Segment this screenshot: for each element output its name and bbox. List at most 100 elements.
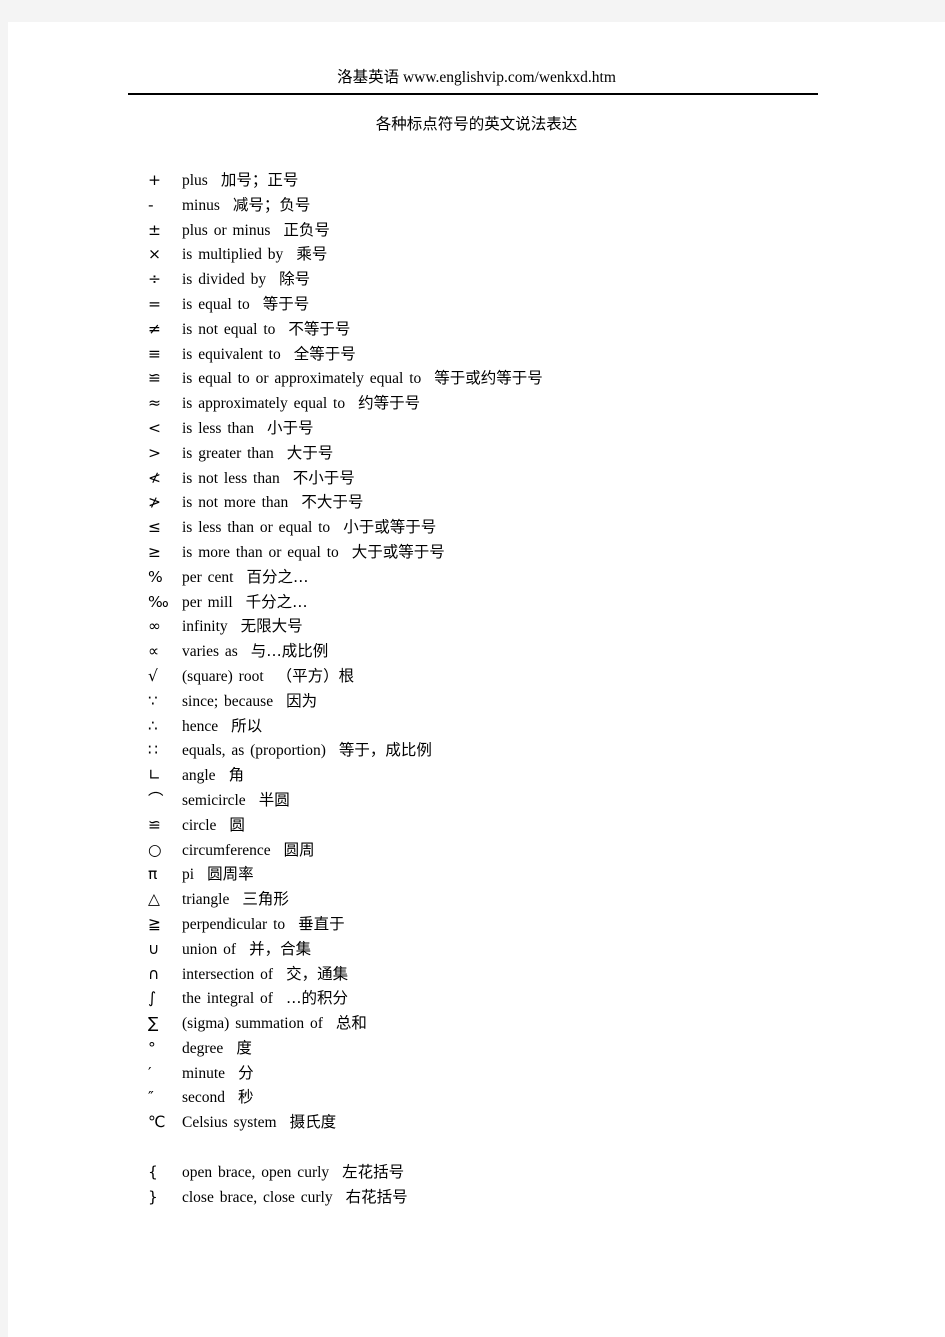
header-source-line: 洛基英语 www.englishvip.com/wenkxd.htm <box>337 69 616 86</box>
symbol-english-name: second <box>182 1089 226 1107</box>
symbol-chinese-name: 约等于号 <box>358 394 421 413</box>
symbol-glyph: > <box>148 443 161 462</box>
symbol-english-name: degree <box>182 1039 224 1057</box>
symbol-english-name: pi <box>182 866 195 884</box>
symbol-row: ≯ is not more than 不大于号 <box>148 490 928 515</box>
symbol-glyph: ∟ <box>148 766 161 785</box>
symbol-glyph: ∵ <box>148 691 158 710</box>
symbol-row: ≈ is approximately equal to 约等于号 <box>148 391 928 416</box>
symbol-english-name: is not more than <box>182 494 289 512</box>
symbol-row: ∴ hence 所以 <box>148 714 928 739</box>
symbol-row: ∷ equals, as (proportion) 等于，成比例 <box>148 738 928 763</box>
symbol-chinese-name: 因为 <box>286 691 318 710</box>
page-header: 洛基英语 www.englishvip.com/wenkxd.htm <box>8 22 945 88</box>
symbol-row: ≤ is less than or equal to 小于或等于号 <box>148 515 928 540</box>
symbol-glyph: ≥ <box>148 542 161 561</box>
page-title: 各种标点符号的英文说法表达 <box>375 116 578 133</box>
symbol-chinese-name: 右花括号 <box>345 1187 408 1206</box>
symbol-glyph: ∴ <box>148 716 158 735</box>
symbol-chinese-name: 千分之… <box>245 592 308 611</box>
symbol-chinese-name: 垂直于 <box>298 914 345 933</box>
symbol-row: ≧ perpendicular to 垂直于 <box>148 912 928 937</box>
symbol-english-name: is equal to or approximately equal to <box>182 370 422 388</box>
symbol-row: % per cent 百分之… <box>148 565 928 590</box>
symbol-glyph: % <box>148 567 163 586</box>
symbol-english-name: triangle <box>182 891 230 909</box>
symbol-row: ÷ is divided by 除号 <box>148 267 928 292</box>
symbol-glyph: ° <box>148 1038 156 1057</box>
symbol-chinese-name: 等于号 <box>262 294 310 313</box>
symbol-chinese-name: 小于号 <box>267 418 314 437</box>
symbol-english-name: is multiplied by <box>182 246 284 264</box>
symbol-english-name: infinity <box>182 618 228 636</box>
symbol-glyph: △ <box>148 890 160 909</box>
document-page: 洛基英语 www.englishvip.com/wenkxd.htm 各种标点符… <box>8 22 945 1337</box>
symbol-chinese-name: 正负号 <box>283 220 330 239</box>
symbol-chinese-name: 并，合集 <box>249 939 312 958</box>
symbol-glyph: ○ <box>148 840 162 859</box>
symbol-glyph: ≌ <box>148 815 161 834</box>
symbol-chinese-name: 等于或约等于号 <box>434 369 543 388</box>
symbol-row: ○ circumference 圆周 <box>148 838 928 863</box>
symbol-english-name: since; because <box>182 692 274 710</box>
symbol-glyph: ′ <box>148 1063 152 1082</box>
symbol-glyph: ÷ <box>148 270 161 289</box>
symbol-glyph: ≮ <box>148 468 161 487</box>
symbol-chinese-name: 半圆 <box>258 790 290 809</box>
symbol-english-name: varies as <box>182 643 238 661</box>
symbol-english-name: angle <box>182 767 216 785</box>
symbol-english-name: hence <box>182 717 219 735</box>
symbol-english-name: perpendicular to <box>182 915 286 933</box>
symbol-glyph: ⌒ <box>148 790 164 809</box>
symbol-english-name: union of <box>182 940 237 958</box>
symbol-english-name: is less than <box>182 419 255 437</box>
symbol-row: ± plus or minus 正负号 <box>148 218 928 243</box>
symbol-chinese-name: 分 <box>238 1063 254 1082</box>
symbol-chinese-name: 角 <box>228 766 245 785</box>
symbol-glyph: - <box>148 195 154 214</box>
symbol-glyph: ≯ <box>148 493 161 512</box>
symbol-chinese-name: 圆周率 <box>207 865 254 884</box>
symbol-english-name: is more than or equal to <box>182 543 339 561</box>
symbol-english-name: (square) root <box>182 667 264 685</box>
symbol-glyph: { <box>148 1162 158 1181</box>
symbol-row: ‰ per mill 千分之… <box>148 590 928 615</box>
symbol-chinese-name: 圆 <box>229 815 245 834</box>
symbol-chinese-name: 圆周 <box>283 840 315 859</box>
symbol-chinese-name: 不大于号 <box>301 493 364 512</box>
symbol-chinese-name: 等于，成比例 <box>338 741 432 760</box>
symbol-chinese-name: 三角形 <box>242 890 289 909</box>
symbol-row: ∩ intersection of 交，通集 <box>148 962 928 987</box>
symbol-glyph: ≧ <box>148 914 161 933</box>
symbol-glyph: π <box>148 865 158 884</box>
symbol-chinese-name: …的积分 <box>285 989 348 1008</box>
symbol-english-name: per mill <box>182 593 233 611</box>
symbol-row: ∪ union of 并，合集 <box>148 937 928 962</box>
symbol-chinese-name: 不等于号 <box>288 319 351 338</box>
symbol-english-name: is equivalent to <box>182 345 281 363</box>
symbol-chinese-name: 全等于号 <box>293 344 356 363</box>
symbol-chinese-name: 秒 <box>238 1088 254 1107</box>
symbol-glyph: < <box>148 418 161 437</box>
symbol-row: ∞ infinity 无限大号 <box>148 614 928 639</box>
symbol-glyph: ∩ <box>148 964 160 983</box>
symbol-chinese-name: 度 <box>236 1038 252 1057</box>
symbol-row: ′ minute 分 <box>148 1061 928 1086</box>
symbol-chinese-name: 所以 <box>231 716 263 735</box>
symbol-english-name: (sigma) summation of <box>182 1015 323 1033</box>
symbol-row: ∝ varies as 与…成比例 <box>148 639 928 664</box>
symbol-chinese-name: 乘号 <box>296 245 328 264</box>
symbol-chinese-name: （平方）根 <box>276 666 355 685</box>
symbol-chinese-name: 交，通集 <box>286 964 349 983</box>
symbol-english-name: minus <box>182 196 220 214</box>
symbol-row: ∵ since; because 因为 <box>148 689 928 714</box>
symbol-english-name: close brace, close curly <box>182 1188 333 1206</box>
symbol-chinese-name: 大于号 <box>286 443 334 462</box>
symbol-english-name: equals, as (proportion) <box>182 742 326 760</box>
symbol-glyph: ∪ <box>148 939 160 958</box>
symbol-glyph: ∑ <box>148 1014 159 1033</box>
symbol-row: √ (square) root （平方）根 <box>148 664 928 689</box>
symbol-row: ≌ circle 圆 <box>148 813 928 838</box>
symbol-row: ≠ is not equal to 不等于号 <box>148 317 928 342</box>
symbol-row: ≥ is more than or equal to 大于或等于号 <box>148 540 928 565</box>
